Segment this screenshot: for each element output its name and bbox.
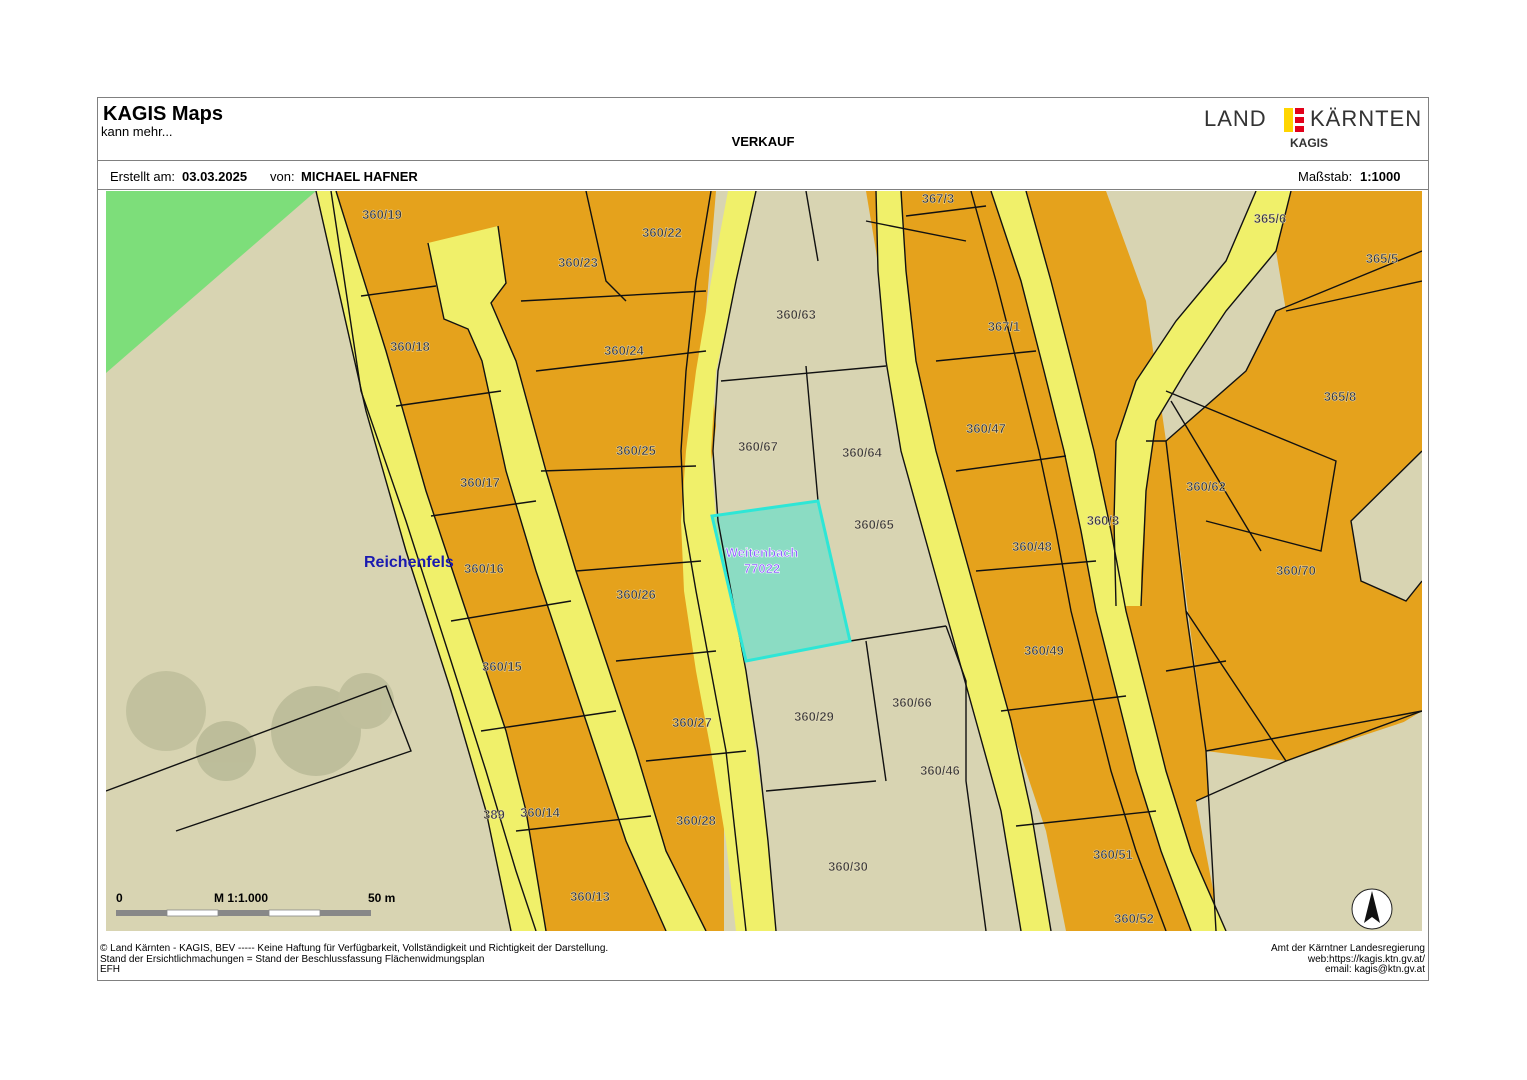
- parcel-label: 360/3: [1087, 513, 1120, 528]
- parcel-label: 360/14: [520, 805, 561, 820]
- parcel-label: 360/46: [920, 763, 960, 778]
- footer-line: Amt der Kärntner Landesregierung: [1271, 943, 1425, 954]
- map-canvas[interactable]: 360/19 360/22 360/23 367/3 365/6 365/5 360/63 3…: [106, 191, 1422, 931]
- parcel-label: 360/16: [464, 561, 504, 576]
- highlight-code: 77022: [744, 561, 780, 576]
- parcel-label: 360/65: [854, 517, 894, 532]
- app-title: KAGIS Maps: [103, 103, 224, 125]
- north-arrow-icon: [1351, 888, 1393, 930]
- parcel-label: 360/23: [558, 255, 598, 270]
- parcel-label: 360/19: [362, 207, 402, 222]
- parcel-label: 365/5: [1366, 251, 1399, 266]
- author-name: MICHAEL HAFNER: [301, 169, 418, 184]
- scale-label: Maßstab:: [1298, 169, 1353, 184]
- parcel-label: 365/6: [1254, 211, 1287, 226]
- highlight-name: Weitenbach: [726, 545, 799, 560]
- parcel-label: 360/26: [616, 587, 656, 602]
- scale-middle: M 1:1.000: [214, 891, 268, 905]
- footer-line: EFH: [100, 964, 120, 975]
- parcel-label: 360/18: [390, 339, 430, 354]
- parcel-label: 360/47: [966, 421, 1006, 436]
- place-label: Reichenfels: [364, 554, 454, 571]
- parcel-label: 360/13: [570, 889, 610, 904]
- land-kaernten-logo: LAND KÄRNTEN KAGIS: [1204, 104, 1421, 154]
- logo-text-left: LAND: [1204, 106, 1267, 131]
- parcel-label: 360/62: [1186, 479, 1226, 494]
- parcel-label: 360/67: [738, 439, 778, 454]
- footer-contact: Amt der Kärntner Landesregierung web:htt…: [1271, 943, 1425, 976]
- created-label: Erstellt am:: [110, 169, 176, 184]
- parcel-label: 367/1: [988, 319, 1021, 334]
- parcel-label: 367/3: [922, 191, 955, 206]
- parcel-label: 360/64: [842, 445, 883, 460]
- parcel-label: 360/49: [1024, 643, 1064, 658]
- logo-subtext: KAGIS: [1289, 136, 1328, 150]
- parcel-label: 360/22: [642, 225, 682, 240]
- parcel-label: 360/15: [482, 659, 522, 674]
- parcel-label: 365/8: [1324, 389, 1357, 404]
- map-view[interactable]: 360/19 360/22 360/23 367/3 365/6 365/5 360/63 3…: [106, 191, 1422, 931]
- parcel-label: 360/17: [460, 475, 500, 490]
- parcel-label: 360/30: [828, 859, 868, 874]
- map-sheet: KAGIS Maps kann mehr... VERKAUF LAND KÄR…: [97, 97, 1429, 981]
- footer-line: Stand der Ersichtlichmachungen = Stand d…: [100, 953, 485, 965]
- parcel-label: 360/48: [1012, 539, 1052, 554]
- parcel-label: 360/70: [1276, 563, 1316, 578]
- scale-start: 0: [116, 891, 123, 905]
- parcel-label: 360/24: [604, 343, 645, 358]
- scale-value: 1:1000: [1360, 169, 1401, 184]
- parcel-label: 389: [483, 807, 505, 822]
- footer-line: © Land Kärnten - KAGIS, BEV ----- Keine …: [100, 943, 609, 954]
- parcel-label: 360/51: [1093, 847, 1133, 862]
- coat-of-arms-icon: [1284, 108, 1304, 132]
- parcel-label: 360/27: [672, 715, 712, 730]
- author-label: von:: [270, 169, 295, 184]
- parcel-label: 360/63: [776, 307, 816, 322]
- parcel-label: 360/52: [1114, 911, 1154, 926]
- created-date: 03.03.2025: [182, 169, 248, 184]
- parcel-label: 360/25: [616, 443, 656, 458]
- parcel-label: 360/66: [892, 695, 932, 710]
- parcel-label: 360/28: [676, 813, 716, 828]
- logo-text-right: KÄRNTEN: [1310, 106, 1423, 131]
- scale-end: 50 m: [368, 891, 395, 905]
- footer-line: email: kagis@ktn.gv.at: [1324, 964, 1425, 975]
- parcel-label: 360/29: [794, 709, 834, 724]
- info-bar: Erstellt am: 03.03.2025 von: MICHAEL HAF…: [98, 160, 1428, 190]
- footer-disclaimer: © Land Kärnten - KAGIS, BEV ----- Keine …: [100, 943, 609, 976]
- header: KAGIS Maps kann mehr... VERKAUF LAND KÄR…: [98, 98, 1428, 161]
